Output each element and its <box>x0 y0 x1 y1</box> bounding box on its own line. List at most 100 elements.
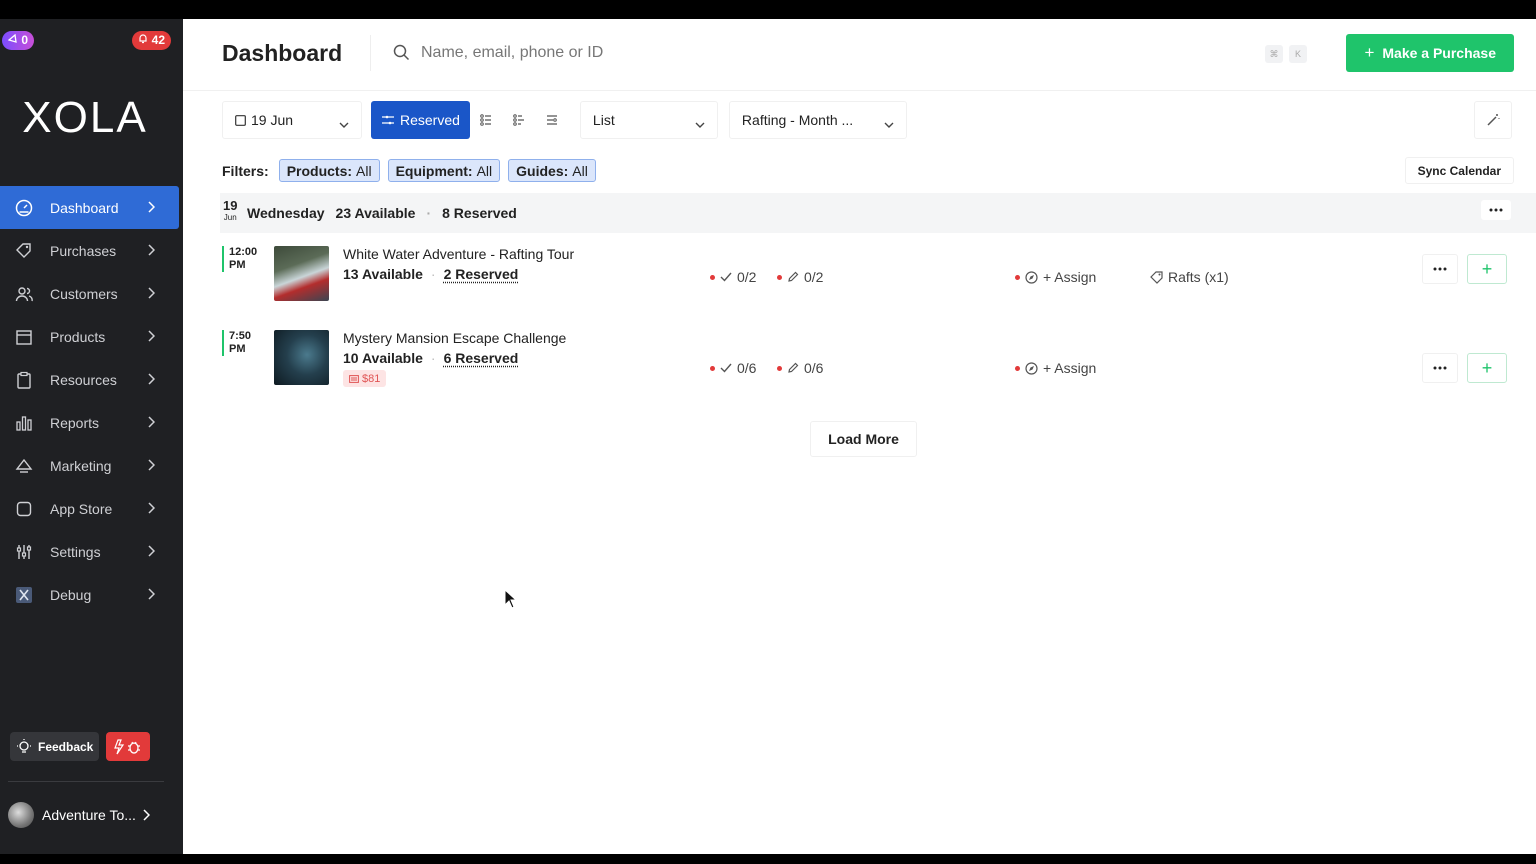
chevron-down-icon <box>695 116 705 132</box>
event-time-period: PM <box>229 259 246 271</box>
day-reserved: 8 Reserved <box>442 205 517 221</box>
sidebar-item-resources[interactable]: Resources <box>0 358 183 401</box>
make-purchase-label: Make a Purchase <box>1382 45 1496 61</box>
activity-select[interactable]: Rafting - Month ... <box>728 101 907 139</box>
checkin-count: 0/2 <box>737 269 757 285</box>
event-thumbnail[interactable] <box>274 246 329 301</box>
feedback-button[interactable]: Feedback <box>10 732 100 761</box>
separator-dot: · <box>430 350 436 366</box>
sidebar-item-products[interactable]: Products <box>0 315 183 358</box>
reserved-icon <box>382 115 394 125</box>
filters-label: Filters: <box>222 162 269 179</box>
event-title[interactable]: Mystery Mansion Escape Challenge <box>343 330 566 346</box>
status-dot <box>710 274 715 280</box>
chevron-down-icon <box>884 116 894 132</box>
search-input[interactable] <box>421 41 821 65</box>
event-time: 7:50 PM <box>222 330 251 356</box>
filter-chip-name: Equipment: <box>395 162 473 179</box>
event-reserved-link[interactable]: 6 Reserved <box>444 350 519 366</box>
view-mode-select[interactable]: List <box>579 101 718 139</box>
event-row[interactable]: 12:00 PM White Water Adventure - Rafting… <box>220 246 1536 308</box>
day-weekday: Wednesday <box>247 205 325 221</box>
event-available: 10 Available <box>343 350 423 366</box>
equipment-tag[interactable]: Rafts (x1) <box>1150 269 1229 285</box>
account-switcher[interactable]: Adventure To... <box>8 802 150 828</box>
checkin-status[interactable]: 0/6 <box>710 360 756 376</box>
waiver-status[interactable]: 0/6 <box>777 360 823 376</box>
sidebar-item-purchases[interactable]: Purchases <box>0 229 183 272</box>
more-horizontal-icon <box>1489 208 1503 212</box>
reserved-label: Reserved <box>400 112 460 128</box>
report-bug-button[interactable] <box>106 732 151 761</box>
view-option-1-toggle[interactable] <box>470 101 503 139</box>
sidebar-item-customers[interactable]: Customers <box>0 272 183 315</box>
account-name: Adventure To... <box>42 807 136 823</box>
sidebar-item-label: Settings <box>50 543 101 560</box>
date-value: 19 Jun <box>251 112 294 128</box>
check-icon <box>720 272 732 282</box>
assign-guide-button[interactable]: + Assign <box>1015 360 1096 376</box>
event-title[interactable]: White Water Adventure - Rafting Tour <box>343 246 574 262</box>
chevron-right-icon <box>147 587 156 603</box>
check-icon <box>720 363 732 373</box>
mouse-cursor-icon <box>504 589 518 609</box>
filter-chip-products[interactable]: Products: All <box>278 159 380 182</box>
announcements-badge[interactable]: 0 <box>2 31 35 50</box>
day-more-button[interactable] <box>1481 200 1511 220</box>
xola-logo[interactable]: XOLA <box>0 93 170 143</box>
notifications-count: 42 <box>151 33 165 47</box>
event-row[interactable]: 7:50 PM Mystery Mansion Escape Challenge… <box>220 330 1536 392</box>
sidebar-item-label: Resources <box>50 371 117 388</box>
filter-chip-guides[interactable]: Guides: All <box>508 159 596 182</box>
event-more-button[interactable] <box>1422 254 1458 284</box>
waiver-count: 0/2 <box>804 269 824 285</box>
sidebar: 0 42 XOLA Dashboard Purchases Customers <box>0 19 183 854</box>
view-option-2-toggle[interactable] <box>503 101 536 139</box>
x-box-icon <box>14 585 34 605</box>
sidebar-item-settings[interactable]: Settings <box>0 530 183 573</box>
add-booking-button[interactable]: + <box>1467 353 1507 383</box>
search-icon <box>393 44 410 66</box>
date-picker[interactable]: 19 Jun <box>222 101 362 139</box>
event-thumbnail[interactable] <box>274 330 329 385</box>
separator-dot: · <box>430 266 436 282</box>
event-reserved-link[interactable]: 2 Reserved <box>444 266 519 282</box>
view-reserved-toggle[interactable]: Reserved <box>371 101 470 139</box>
magic-wand-button[interactable] <box>1474 101 1512 139</box>
filter-chip-value: All <box>572 162 588 179</box>
make-purchase-button[interactable]: + Make a Purchase <box>1346 34 1514 72</box>
plus-icon: + <box>1481 357 1493 378</box>
plus-icon: + <box>1364 43 1375 62</box>
view-option-3-toggle[interactable] <box>536 101 569 139</box>
filter-chip-equipment[interactable]: Equipment: All <box>387 159 501 182</box>
checkin-status[interactable]: 0/2 <box>710 269 756 285</box>
sidebar-item-reports[interactable]: Reports <box>0 401 183 444</box>
shortcut-key-k: K <box>1289 45 1307 63</box>
sidebar-item-marketing[interactable]: Marketing <box>0 444 183 487</box>
magic-wand-icon <box>1487 114 1500 126</box>
notifications-badge[interactable]: 42 <box>132 31 171 50</box>
sidebar-item-app-store[interactable]: App Store <box>0 487 183 530</box>
waiver-status[interactable]: 0/2 <box>777 269 823 285</box>
feedback-row: Feedback <box>10 732 151 761</box>
list-filter-icon <box>480 114 492 126</box>
chevron-right-icon <box>147 458 156 474</box>
feedback-label: Feedback <box>38 739 94 754</box>
more-horizontal-icon <box>1433 267 1447 271</box>
sidebar-item-dashboard[interactable]: Dashboard <box>0 186 179 229</box>
sync-calendar-button[interactable]: Sync Calendar <box>1404 157 1514 184</box>
sidebar-item-label: Purchases <box>50 242 117 259</box>
avatar <box>8 802 34 828</box>
day-date: 19 Jun <box>223 199 237 224</box>
load-more-button[interactable]: Load More <box>810 421 917 457</box>
sidebar-item-label: Products <box>50 328 106 345</box>
page-title: Dashboard <box>222 40 343 66</box>
pen-icon <box>788 362 799 373</box>
pen-icon <box>788 271 799 282</box>
day-summary: Wednesday 23 Available · 8 Reserved <box>247 205 517 221</box>
sidebar-item-debug[interactable]: Debug <box>0 573 183 616</box>
chevron-right-icon <box>147 544 156 560</box>
assign-guide-button[interactable]: + Assign <box>1015 269 1096 285</box>
add-booking-button[interactable]: + <box>1467 254 1507 284</box>
event-more-button[interactable] <box>1422 353 1458 383</box>
